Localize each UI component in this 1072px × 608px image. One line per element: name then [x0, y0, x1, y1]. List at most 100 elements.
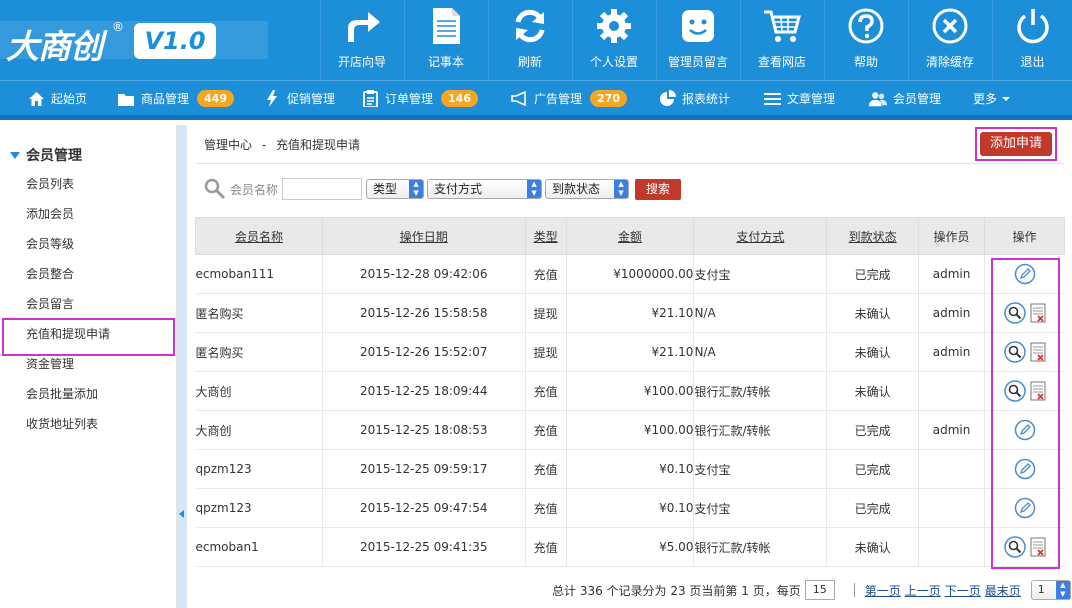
- tool-label: 清除缓存: [925, 55, 974, 69]
- tool-clear-cache[interactable]: 清除缓存: [908, 0, 991, 80]
- filter-bar: 会员名称 类型 ▲ ▼ 支付方式 ▲ ▼ 到款状态 ▲ ▼ 搜索: [204, 178, 682, 200]
- tool-logout[interactable]: 退出: [992, 0, 1072, 80]
- member-name-input[interactable]: [282, 178, 363, 200]
- tool-admin-message[interactable]: 管理员留言: [656, 0, 739, 80]
- cell-payment: 支付宝: [693, 449, 828, 489]
- table-row: qpzm123 2015-12-25 09:47:54 充值 ¥0.10 支付宝 已完成: [195, 488, 1065, 528]
- nav-label: 会员管理: [893, 92, 942, 106]
- col-header-status[interactable]: 到款状态: [826, 217, 920, 255]
- delete-doc-icon[interactable]: [1030, 537, 1046, 557]
- type-select[interactable]: 类型 ▲ ▼: [366, 179, 425, 199]
- cell-operator: [918, 371, 986, 411]
- megaphone-icon: [510, 90, 528, 108]
- sidebar-group-title[interactable]: 会员管理: [10, 145, 82, 165]
- brand-logo: 大商创 ® V1.0: [0, 0, 268, 80]
- tool-label: 个人设置: [589, 55, 638, 69]
- add-request-button[interactable]: 添加申请: [980, 132, 1052, 156]
- cell-type: 充值: [525, 254, 567, 294]
- nav-label: 广告管理: [534, 92, 583, 106]
- sidebar-item-member-messages[interactable]: 会员留言: [26, 296, 74, 312]
- sidebar-item-member-integration[interactable]: 会员整合: [26, 266, 74, 282]
- payment-method-select[interactable]: 支付方式 ▲ ▼: [427, 179, 543, 199]
- col-header-actions: 操作: [984, 217, 1065, 255]
- view-magnifier-icon[interactable]: [1004, 341, 1026, 363]
- sidebar-item-batch-add[interactable]: 会员批量添加: [26, 386, 98, 402]
- sidebar-item-address-list[interactable]: 收货地址列表: [26, 416, 98, 432]
- first-page-link[interactable]: 第一页: [865, 582, 901, 599]
- pie-chart-icon: [658, 90, 676, 108]
- table-row: 匿名购买 2015-12-26 15:58:58 提现 ¥21.10 N/A 未确认 adm…: [195, 293, 1065, 333]
- share-arrow-icon: [321, 6, 403, 46]
- sidebar-collapse-handle[interactable]: [177, 125, 187, 608]
- nav-label: 更多: [973, 92, 998, 106]
- per-page-input[interactable]: 15: [804, 580, 835, 600]
- nav-label: 起始页: [51, 92, 88, 106]
- sidebar-item-add-member[interactable]: 添加会员: [26, 206, 74, 222]
- nav-reports[interactable]: 报表统计: [658, 81, 730, 116]
- delete-doc-icon[interactable]: [1030, 381, 1046, 401]
- tool-label: 记事本: [427, 55, 464, 69]
- prev-page-link[interactable]: 上一页: [905, 582, 941, 599]
- nav-members[interactable]: 会员管理: [869, 81, 941, 116]
- nav-articles[interactable]: 文章管理: [763, 81, 835, 116]
- next-page-link[interactable]: 下一页: [945, 582, 981, 599]
- cell-operator: [918, 449, 986, 489]
- notepad-icon: [405, 6, 487, 46]
- col-header-type[interactable]: 类型: [524, 217, 567, 255]
- payment-status-select[interactable]: 到款状态 ▲ ▼: [545, 179, 630, 199]
- table-row: ecmoban111 2015-12-28 09:42:06 充值 ¥1000000.…: [195, 254, 1065, 294]
- delete-doc-icon[interactable]: [1030, 342, 1046, 362]
- tool-shop-wizard[interactable]: 开店向导: [320, 0, 403, 80]
- sidebar-item-member-levels[interactable]: 会员等级: [26, 236, 74, 252]
- cell-actions: [984, 527, 1065, 567]
- tool-refresh[interactable]: 刷新: [488, 0, 571, 80]
- tool-notepad[interactable]: 记事本: [404, 0, 487, 80]
- nav-promotion[interactable]: 促销管理: [263, 81, 335, 116]
- nav-more[interactable]: 更多: [973, 81, 1011, 116]
- view-magnifier-icon[interactable]: [1004, 380, 1026, 402]
- version-badge: V1.0: [134, 23, 216, 59]
- nav-orders[interactable]: 订单管理 146: [361, 81, 478, 116]
- col-header-payment[interactable]: 支付方式: [693, 217, 828, 255]
- nav-goods[interactable]: 商品管理 449: [117, 81, 234, 116]
- edit-icon[interactable]: [1014, 419, 1036, 441]
- view-magnifier-icon[interactable]: [1004, 536, 1026, 558]
- nav-ads[interactable]: 广告管理 270: [510, 81, 627, 116]
- expand-triangle-icon: [10, 151, 20, 159]
- table-row: 匿名购买 2015-12-26 15:52:07 提现 ¥21.10 N/A 未确认 adm…: [195, 332, 1065, 372]
- list-icon: [763, 90, 781, 108]
- cell-member-name: 匿名购买: [195, 293, 323, 333]
- tool-view-shop[interactable]: 查看网店: [740, 0, 823, 80]
- col-header-amount[interactable]: 金额: [565, 217, 695, 255]
- edit-icon[interactable]: [1014, 263, 1036, 285]
- nav-home[interactable]: 起始页: [27, 81, 87, 116]
- tool-help[interactable]: 帮助: [824, 0, 907, 80]
- cell-amount: ¥100.00: [566, 410, 695, 450]
- edit-icon[interactable]: [1014, 458, 1036, 480]
- breadcrumb-root[interactable]: 管理中心: [204, 138, 252, 152]
- main-nav: 起始页 商品管理 449 促销管理 订单管理 146 广告管理 270 报表统计…: [0, 80, 1072, 120]
- edit-icon[interactable]: [1014, 497, 1036, 519]
- top-header: 大商创 ® V1.0 开店向导 记事本 刷新 个人设置 管理员留言 查看网店 帮…: [0, 0, 1072, 80]
- lightning-icon: [263, 90, 281, 108]
- tool-personal-settings[interactable]: 个人设置: [572, 0, 655, 80]
- cell-actions: [984, 332, 1065, 372]
- col-header-member[interactable]: 会员名称: [195, 217, 323, 255]
- col-header-date[interactable]: 操作日期: [321, 217, 526, 255]
- last-page-link[interactable]: 最末页: [985, 582, 1021, 599]
- sidebar-item-member-list[interactable]: 会员列表: [26, 176, 74, 192]
- search-button[interactable]: 搜索: [635, 178, 682, 200]
- cell-payment: 支付宝: [693, 488, 828, 528]
- active-item-highlight: [2, 318, 175, 356]
- sidebar-item-funds[interactable]: 资金管理: [26, 356, 74, 372]
- cell-payment: 银行汇款/转帐: [693, 527, 828, 567]
- cell-amount: ¥5.00: [566, 527, 695, 567]
- cell-type: 充值: [525, 449, 567, 489]
- delete-doc-icon[interactable]: [1030, 303, 1046, 323]
- cell-date: 2015-12-28 09:42:06: [322, 254, 526, 294]
- main-content: 管理中心 - 充值和提现申请 添加申请 会员名称 类型 ▲ ▼ 支付方式 ▲ ▼ 到款状…: [187, 125, 1072, 608]
- page-select[interactable]: 1 ▲ ▼: [1030, 580, 1071, 600]
- clipboard-icon: [361, 90, 379, 108]
- cell-type: 提现: [525, 293, 567, 333]
- view-magnifier-icon[interactable]: [1004, 302, 1026, 324]
